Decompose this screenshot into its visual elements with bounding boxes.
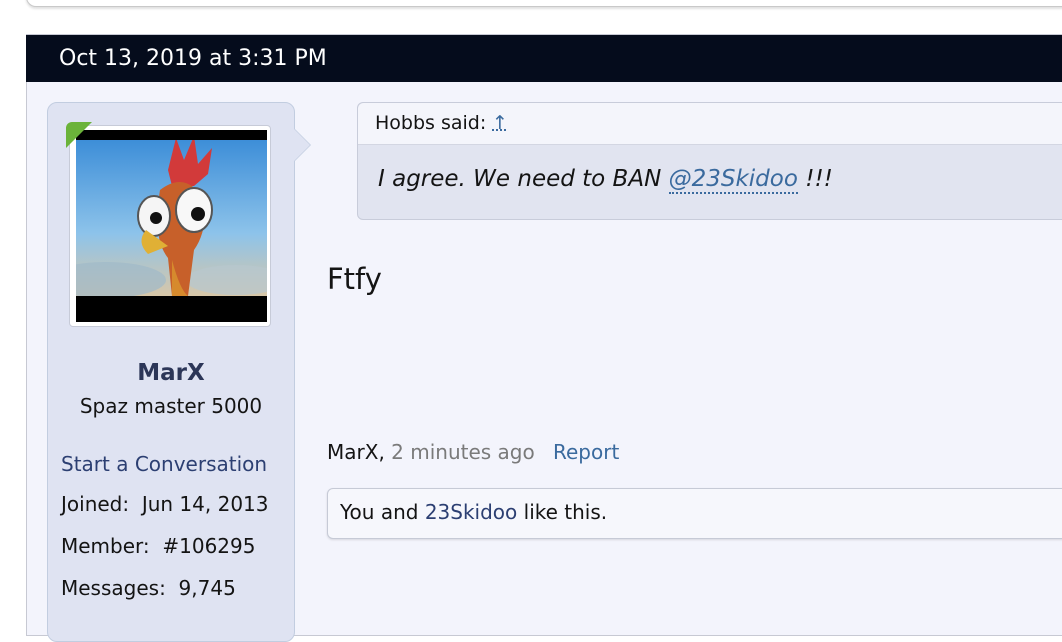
liker-link[interactable]: 23Skidoo: [425, 500, 517, 524]
likes-suffix: like this.: [517, 500, 608, 524]
post-time[interactable]: 2 minutes ago: [391, 440, 535, 464]
post-date-header: Oct 13, 2019 at 3:31 PM: [26, 35, 1062, 82]
report-link[interactable]: Report: [553, 440, 619, 464]
member-label: Member:: [61, 534, 150, 558]
member-stat: Member: #106295: [61, 534, 255, 558]
messages-label: Messages:: [61, 576, 166, 600]
quote-text-after: !!!: [797, 166, 833, 192]
username[interactable]: MarX: [47, 360, 295, 386]
messages-value: 9,745: [178, 576, 236, 600]
joined-label: Joined:: [61, 492, 130, 516]
jump-to-quote-icon[interactable]: ↑: [492, 112, 508, 134]
messages-stat: Messages: 9,745: [61, 576, 236, 600]
meta-separator: ,: [378, 440, 385, 464]
joined-value: Jun 14, 2013: [141, 492, 269, 516]
quote-text-before: I agree. We need to BAN: [378, 166, 669, 192]
user-title: Spaz master 5000: [79, 394, 263, 418]
likes-summary: You and 23Skidoo like this.: [340, 500, 607, 524]
previous-post-edge: [26, 0, 1062, 7]
quote-text: I agree. We need to BAN @23Skidoo !!!: [378, 166, 833, 194]
start-conversation-link[interactable]: Start a Conversation: [61, 452, 267, 476]
member-value: #106295: [162, 534, 256, 558]
likes-you: You and: [340, 500, 425, 524]
quote-author: Hobbs said:: [375, 112, 487, 134]
joined-stat: Joined: Jun 14, 2013: [61, 492, 269, 516]
message-body: Ftfy: [327, 262, 382, 296]
post-author-link[interactable]: MarX: [327, 440, 378, 464]
post-meta: MarX, 2 minutes ago: [327, 440, 535, 464]
user-info-pointer-fill: [294, 129, 310, 161]
avatar[interactable]: [76, 130, 267, 322]
post-date: Oct 13, 2019 at 3:31 PM: [59, 46, 327, 71]
mention-link[interactable]: @23Skidoo: [668, 166, 798, 194]
online-status-flag: [66, 122, 92, 148]
